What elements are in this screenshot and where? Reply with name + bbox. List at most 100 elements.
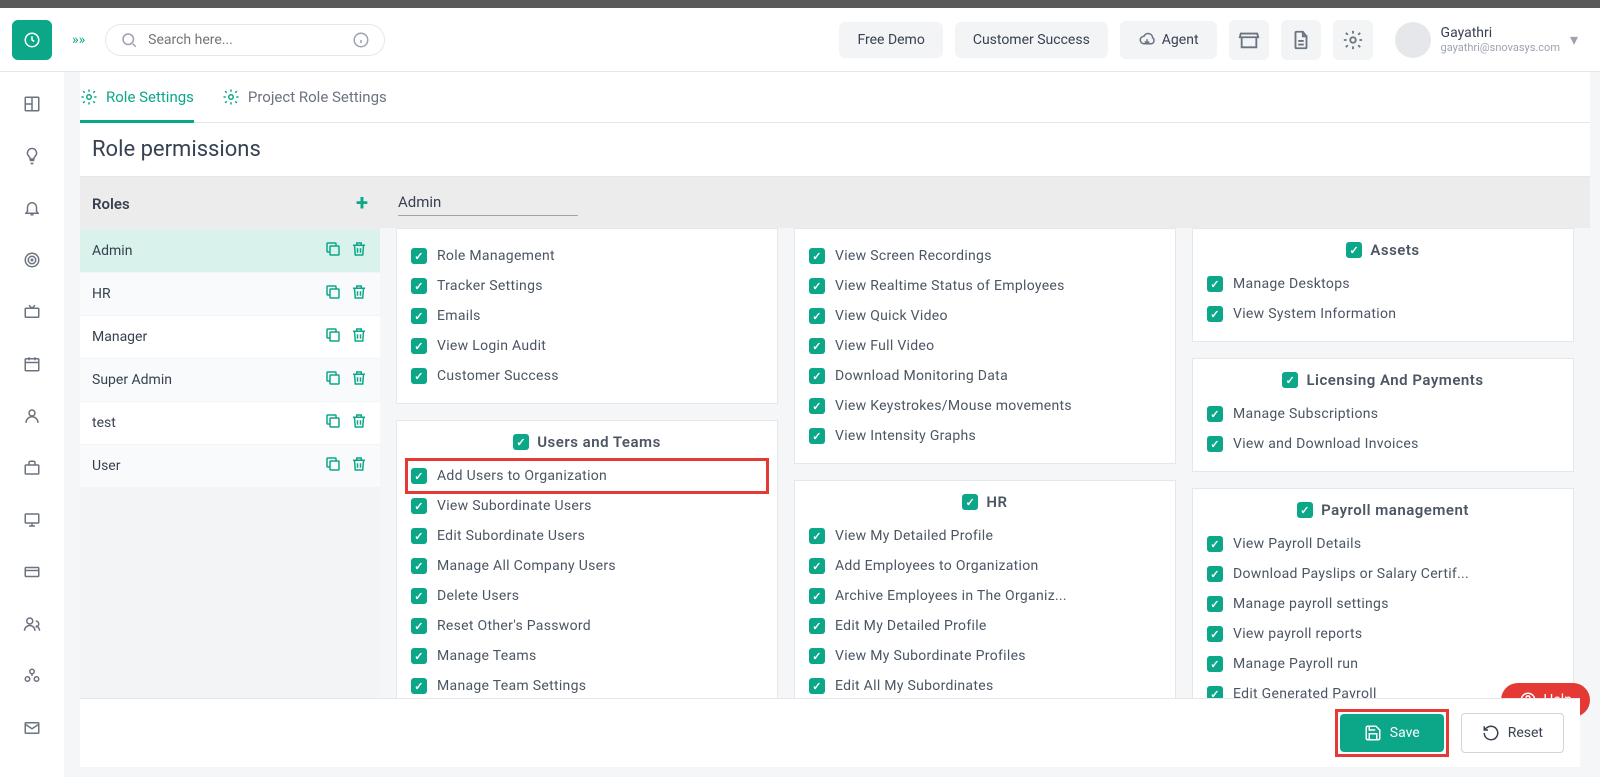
- roles-header-label: Roles: [92, 195, 130, 213]
- nav-dashboard-icon[interactable]: [20, 92, 44, 116]
- checkbox[interactable]: [809, 338, 825, 354]
- checkbox[interactable]: [1207, 436, 1223, 452]
- checkbox[interactable]: [809, 368, 825, 384]
- nav-users-icon[interactable]: [20, 612, 44, 636]
- checkbox[interactable]: [411, 648, 427, 664]
- permission-row: View Realtime Status of Employees: [809, 271, 1161, 301]
- checkbox[interactable]: [809, 678, 825, 694]
- checkbox[interactable]: [411, 338, 427, 354]
- reset-button[interactable]: Reset: [1461, 713, 1564, 753]
- info-icon[interactable]: [352, 31, 370, 49]
- nav-person-icon[interactable]: [20, 404, 44, 428]
- role-item[interactable]: Manager: [80, 316, 380, 359]
- search-box[interactable]: [105, 24, 385, 56]
- nav-briefcase-icon[interactable]: [20, 456, 44, 480]
- checkbox[interactable]: [411, 618, 427, 634]
- delete-icon[interactable]: [350, 326, 368, 348]
- checkbox[interactable]: [411, 558, 427, 574]
- role-item[interactable]: HR: [80, 273, 380, 316]
- user-menu[interactable]: Gayathri gayathri@snovasys.com ▾: [1385, 22, 1588, 58]
- page-title: Role permissions: [80, 123, 1590, 177]
- checkbox[interactable]: [411, 308, 427, 324]
- delete-icon[interactable]: [350, 412, 368, 434]
- checkbox[interactable]: [513, 434, 529, 450]
- nav-tv-icon[interactable]: [20, 300, 44, 324]
- permission-label: Download Monitoring Data: [835, 368, 1008, 384]
- checkbox[interactable]: [1207, 596, 1223, 612]
- checkbox[interactable]: [411, 498, 427, 514]
- store-icon-button[interactable]: [1229, 20, 1269, 60]
- checkbox[interactable]: [1207, 536, 1223, 552]
- customer-success-button[interactable]: Customer Success: [955, 22, 1108, 58]
- checkbox[interactable]: [1207, 406, 1223, 422]
- copy-icon[interactable]: [324, 283, 342, 305]
- role-item[interactable]: test: [80, 402, 380, 445]
- copy-icon[interactable]: [324, 412, 342, 434]
- checkbox[interactable]: [1207, 276, 1223, 292]
- checkbox[interactable]: [1282, 372, 1298, 388]
- nav-mail-icon[interactable]: [20, 716, 44, 740]
- add-role-button[interactable]: +: [356, 191, 368, 216]
- checkbox[interactable]: [1207, 306, 1223, 322]
- permission-label: Archive Employees in The Organiz...: [835, 588, 1067, 604]
- checkbox[interactable]: [411, 528, 427, 544]
- save-button[interactable]: Save: [1340, 714, 1444, 752]
- nav-target-icon[interactable]: [20, 248, 44, 272]
- roles-sidebar: Roles + Admin HRManagerSuper Admintest Use…: [80, 177, 380, 767]
- checkbox[interactable]: [809, 528, 825, 544]
- checkbox[interactable]: [809, 618, 825, 634]
- checkbox[interactable]: [1207, 626, 1223, 642]
- document-icon-button[interactable]: [1281, 20, 1321, 60]
- permission-label: View Intensity Graphs: [835, 428, 976, 444]
- checkbox[interactable]: [809, 588, 825, 604]
- nav-monitor-icon[interactable]: [20, 508, 44, 532]
- checkbox[interactable]: [411, 248, 427, 264]
- nav-idea-icon[interactable]: [20, 144, 44, 168]
- checkbox[interactable]: [411, 368, 427, 384]
- role-item[interactable]: Super Admin: [80, 359, 380, 402]
- checkbox[interactable]: [809, 278, 825, 294]
- checkbox[interactable]: [809, 248, 825, 264]
- app-logo[interactable]: [12, 20, 52, 60]
- selected-role-input[interactable]: [398, 189, 578, 216]
- nav-calendar-icon[interactable]: [20, 352, 44, 376]
- checkbox[interactable]: [809, 308, 825, 324]
- delete-icon[interactable]: [350, 240, 368, 262]
- checkbox[interactable]: [1207, 656, 1223, 672]
- nav-credit-card-icon[interactable]: [20, 560, 44, 584]
- copy-icon[interactable]: [324, 369, 342, 391]
- checkbox[interactable]: [411, 678, 427, 694]
- tab-role-settings[interactable]: Role Settings: [80, 84, 194, 110]
- checkbox[interactable]: [809, 558, 825, 574]
- expand-sidebar-icon[interactable]: »»: [64, 32, 93, 48]
- checkbox[interactable]: [809, 648, 825, 664]
- role-item[interactable]: User: [80, 445, 380, 488]
- delete-icon[interactable]: [350, 283, 368, 305]
- checkbox[interactable]: [1346, 242, 1362, 258]
- nav-bell-icon[interactable]: [20, 196, 44, 220]
- free-demo-button[interactable]: Free Demo: [839, 22, 942, 58]
- checkbox[interactable]: [809, 428, 825, 444]
- checkbox[interactable]: [962, 494, 978, 510]
- permission-label: Manage Payroll run: [1233, 656, 1358, 672]
- agent-button[interactable]: Agent: [1120, 21, 1217, 59]
- role-item[interactable]: Admin: [80, 230, 380, 273]
- copy-icon[interactable]: [324, 326, 342, 348]
- checkbox[interactable]: [411, 468, 427, 484]
- role-label: User: [92, 458, 120, 474]
- checkbox[interactable]: [411, 588, 427, 604]
- copy-icon[interactable]: [324, 455, 342, 477]
- permission-label: Manage payroll settings: [1233, 596, 1389, 612]
- checkbox[interactable]: [411, 278, 427, 294]
- search-input[interactable]: [148, 32, 342, 48]
- tab-project-role-settings[interactable]: Project Role Settings: [222, 84, 387, 110]
- delete-icon[interactable]: [350, 369, 368, 391]
- checkbox[interactable]: [1297, 502, 1313, 518]
- copy-icon[interactable]: [324, 240, 342, 262]
- nav-team-icon[interactable]: [20, 664, 44, 688]
- role-label: Admin: [92, 243, 132, 259]
- checkbox[interactable]: [1207, 566, 1223, 582]
- checkbox[interactable]: [809, 398, 825, 414]
- delete-icon[interactable]: [350, 455, 368, 477]
- settings-icon-button[interactable]: [1333, 20, 1373, 60]
